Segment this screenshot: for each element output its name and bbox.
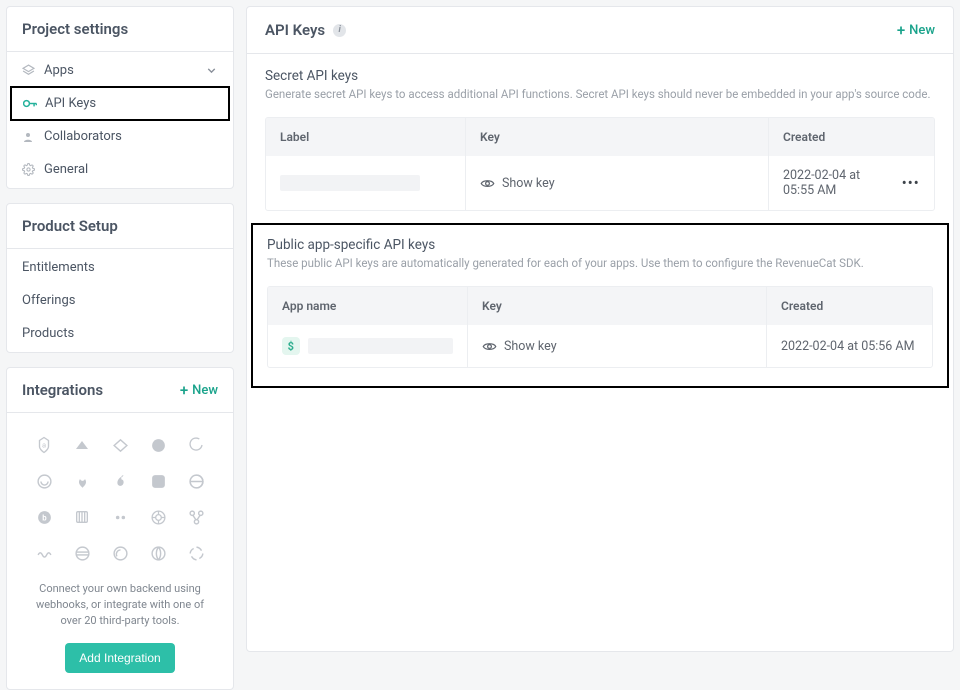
nav-item-offerings[interactable]: Offerings [7,284,233,317]
col-created: Created [769,118,934,156]
integrations-description: Connect your own backend using webhooks,… [21,581,219,629]
cell-created: 2022-02-04 at 05:56 AM [767,325,932,367]
public-keys-title: Public app-specific API keys [267,237,933,253]
person-icon [22,131,44,143]
new-api-key-link[interactable]: + New [897,23,935,38]
project-settings-card: Project settings Apps API Keys [6,6,234,189]
show-key-label: Show key [502,176,555,191]
product-setup-nav: Entitlements Offerings Products [7,249,233,352]
main-header: API Keys i + New [247,7,953,54]
new-label: New [909,23,935,38]
redacted-app-name [308,338,453,354]
svg-text:b: b [42,513,47,522]
nav-label: Apps [44,63,74,78]
integration-icon [182,539,210,567]
secret-keys-section: Secret API keys Generate secret API keys… [247,54,953,219]
nav-label: Products [22,326,74,341]
cell-app-name: $ [268,325,468,367]
project-settings-header: Project settings [7,7,233,52]
app-icon: $ [282,337,300,355]
integration-icon [144,467,172,495]
product-setup-card: Product Setup Entitlements Offerings Pro… [6,203,234,353]
project-settings-title: Project settings [22,20,128,38]
secret-keys-title: Secret API keys [265,68,935,84]
integration-icon: b [30,503,58,531]
key-icon [23,99,45,108]
integration-icon [182,467,210,495]
nav-item-products[interactable]: Products [7,317,233,350]
integrations-grid: a b [21,431,219,567]
new-label: New [192,383,218,398]
cell-key: Show key [466,156,769,210]
page-title: API Keys [265,21,325,39]
main-panel: API Keys i + New Secret API keys Generat… [246,6,954,652]
chevron-down-icon [205,64,218,77]
table-header: Label Key Created [266,118,934,156]
show-key-button[interactable]: Show key [480,176,555,191]
cell-created: 2022-02-04 at 05:55 AM ••• [769,156,934,210]
integration-icon [68,431,96,459]
integrations-new-link[interactable]: + New [180,383,218,398]
col-app-name: App name [268,287,468,325]
svg-text:a: a [42,440,46,449]
integration-icon [68,467,96,495]
col-label: Label [266,118,466,156]
nav-item-api-keys[interactable]: API Keys [10,86,230,121]
integrations-body: a b Connect your [7,413,233,689]
nav-label: API Keys [45,96,96,111]
created-value: 2022-02-04 at 05:55 AM [783,168,892,198]
nav-item-general[interactable]: General [7,153,233,186]
integration-icon [68,539,96,567]
gear-icon [22,163,44,176]
integration-icon [106,467,134,495]
col-key: Key [466,118,769,156]
created-value: 2022-02-04 at 05:56 AM [781,339,915,354]
public-keys-section: Public app-specific API keys These publi… [251,223,949,388]
public-keys-table: App name Key Created $ Show key [267,286,933,368]
integrations-header: Integrations + New [7,368,233,413]
integration-icon [106,431,134,459]
cell-key: Show key [468,325,767,367]
secret-keys-description: Generate secret API keys to access addit… [265,87,935,101]
nav-label: Collaborators [44,129,122,144]
integration-icon [106,503,134,531]
integration-icon: a [30,431,58,459]
show-key-label: Show key [504,339,557,354]
nav-item-collaborators[interactable]: Collaborators [7,120,233,153]
row-actions-menu[interactable]: ••• [892,176,920,191]
integration-icon [68,503,96,531]
show-key-button[interactable]: Show key [482,339,557,354]
col-key: Key [468,287,767,325]
integrations-card: Integrations + New a b [6,367,234,690]
table-row: $ Show key 2022-02-04 at 05:56 AM [268,325,932,367]
info-icon[interactable]: i [333,24,346,37]
nav-label: General [44,162,88,177]
integration-icon [182,431,210,459]
table-row: Show key 2022-02-04 at 05:55 AM ••• [266,156,934,210]
product-setup-header: Product Setup [7,204,233,249]
eye-icon [480,176,495,191]
integration-icon [144,503,172,531]
integration-icon [144,539,172,567]
layers-icon [22,64,44,77]
integration-icon [106,539,134,567]
integrations-title: Integrations [22,381,103,399]
col-created: Created [767,287,932,325]
integration-icon [182,503,210,531]
eye-icon [482,339,497,354]
table-header: App name Key Created [268,287,932,325]
nav-item-entitlements[interactable]: Entitlements [7,251,233,284]
secret-keys-table: Label Key Created Show key [265,117,935,211]
public-keys-description: These public API keys are automatically … [267,256,933,270]
nav-item-apps[interactable]: Apps [7,54,233,87]
integration-icon [30,467,58,495]
redacted-label [280,175,420,191]
nav-label: Offerings [22,293,75,308]
cell-label [266,156,466,210]
integration-icon [30,539,58,567]
integration-icon [144,431,172,459]
product-setup-title: Product Setup [22,217,118,235]
nav-label: Entitlements [22,260,95,275]
project-settings-nav: Apps API Keys Collaborators [7,52,233,188]
